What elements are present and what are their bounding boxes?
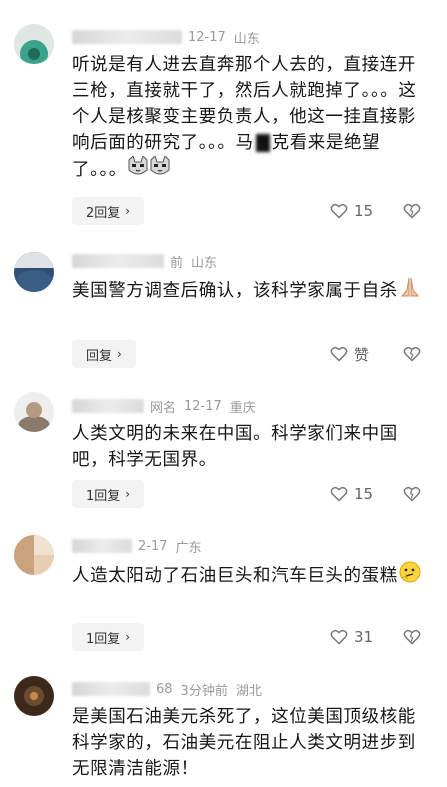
comment-text-main: 人造太阳动了石油巨头和汽车巨头的蛋糕 — [72, 566, 398, 586]
comment-time: 2-17 — [138, 538, 168, 554]
comment-time: 前 — [170, 255, 184, 271]
heart-outline-icon — [330, 486, 348, 502]
username-partial: 68 — [156, 681, 173, 697]
chevron-right-icon: › — [125, 487, 131, 501]
redacted-glyph — [255, 134, 270, 152]
comment-text-main: 是美国石油美元杀死了，这位美国顶级核能科学家的，石油美元在阻止人类文明进步到无限… — [72, 707, 416, 779]
avatar[interactable] — [14, 252, 54, 292]
reply-label: 1回复 — [86, 631, 121, 647]
avatar[interactable] — [14, 24, 54, 64]
dislike-button[interactable] — [403, 340, 421, 368]
username-partial: 网名 — [150, 400, 177, 416]
heart-outline-icon — [330, 203, 348, 219]
broken-heart-icon — [403, 486, 421, 502]
comment-time: 12-17 — [188, 29, 226, 45]
like-count: 31 — [354, 628, 374, 646]
username-blurred[interactable] — [72, 539, 132, 553]
dislike-button[interactable] — [403, 623, 421, 651]
reply-button[interactable]: 1回复 › — [72, 623, 145, 651]
reply-label: 2回复 — [86, 205, 121, 221]
like-count: 15 — [354, 202, 374, 220]
reply-label: 1回复 — [86, 488, 121, 504]
avatar[interactable] — [14, 676, 54, 716]
username-blurred[interactable] — [72, 399, 144, 413]
avatar[interactable] — [14, 535, 54, 575]
comment-time: 12-17 — [184, 398, 222, 414]
comment-meta: 12-17 山东 — [72, 28, 260, 47]
comment-location: 重庆 — [229, 400, 256, 416]
broken-heart-icon — [403, 629, 421, 645]
comment-time: 3分钟前 — [180, 683, 228, 699]
comment-text: 是美国石油美元杀死了，这位美国顶级核能科学家的，石油美元在阻止人类文明进步到无限… — [72, 704, 422, 782]
broken-heart-icon — [403, 346, 421, 362]
reply-button[interactable]: 回复 › — [72, 340, 136, 368]
like-button[interactable]: 31 — [330, 623, 373, 651]
heart-outline-icon — [330, 629, 348, 645]
comment-text: 听说是有人进去直奔那个人去的，直接连开三枪，直接就干了，然后人就跑掉了。。。这个… — [72, 52, 422, 184]
thinking-face-emoji — [398, 561, 422, 591]
comment-meta: 前 山东 — [72, 252, 218, 271]
comment-text: 人造太阳动了石油巨头和汽车巨头的蛋糕 — [72, 561, 422, 591]
reply-button[interactable]: 2回复 › — [72, 197, 145, 225]
comment-location: 山东 — [233, 31, 260, 47]
reply-label: 回复 — [86, 348, 113, 364]
comment-text: 人类文明的未来在中国。科学家们来中国吧，科学无国界。 — [72, 421, 422, 473]
comment-text-main: 人类文明的未来在中国。科学家们来中国吧，科学无国界。 — [72, 424, 398, 470]
comment-meta: 2-17 广东 — [72, 537, 202, 556]
comment-location: 湖北 — [235, 683, 262, 699]
comment-text: 美国警方调查后确认，该科学家属于自杀 — [72, 276, 422, 306]
praying-hands-emoji — [398, 276, 422, 306]
dislike-button[interactable] — [403, 197, 421, 225]
like-count: 赞 — [354, 345, 370, 364]
like-button[interactable]: 赞 — [330, 340, 369, 368]
like-button[interactable]: 15 — [330, 197, 373, 225]
comment-meta: 68 3分钟前 湖北 — [72, 680, 262, 699]
chevron-right-icon: › — [117, 347, 122, 361]
chevron-right-icon: › — [125, 204, 131, 218]
username-blurred[interactable] — [72, 30, 182, 44]
chevron-right-icon: › — [125, 630, 131, 644]
reply-button[interactable]: 1回复 › — [72, 480, 145, 508]
broken-heart-icon — [403, 203, 421, 219]
comment-location: 广东 — [175, 540, 202, 556]
comment-list: 12-17 山东 听说是有人进去直奔那个人去的，直接连开三枪，直接就干了，然后人… — [0, 0, 447, 787]
comment-text-main: 美国警方调查后确认，该科学家属于自杀 — [72, 281, 398, 301]
cat-face-emoji — [127, 155, 149, 184]
comment-location: 山东 — [191, 255, 218, 271]
dislike-button[interactable] — [403, 480, 421, 508]
like-button[interactable]: 15 — [330, 480, 373, 508]
comment-meta: 网名 12-17 重庆 — [72, 397, 256, 416]
heart-outline-icon — [330, 346, 348, 362]
like-count: 15 — [354, 485, 374, 503]
username-blurred[interactable] — [72, 254, 164, 268]
avatar[interactable] — [14, 392, 54, 432]
username-blurred[interactable] — [72, 682, 150, 696]
cat-face-emoji — [149, 155, 171, 184]
